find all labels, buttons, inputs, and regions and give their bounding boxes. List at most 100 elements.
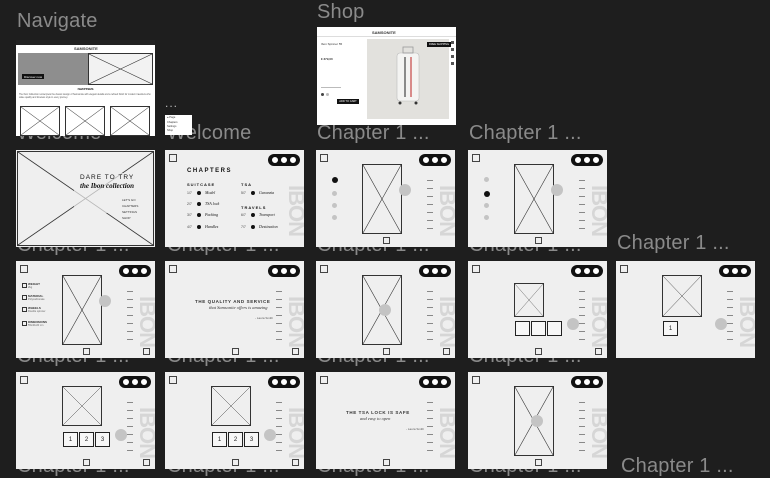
more-ellipsis[interactable]: ... xyxy=(165,96,178,110)
nav-icon[interactable] xyxy=(292,459,299,466)
add-to-cart-button[interactable]: ADD TO CART xyxy=(337,99,359,104)
chapter-frame[interactable]: IBON xyxy=(468,150,607,247)
nav-icon[interactable] xyxy=(535,348,542,355)
chapter-link-packing[interactable]: Packing xyxy=(205,212,218,217)
chapters-frame[interactable]: CHAPTERS SUITCASE TSA TRAVELS 1/7 Model … xyxy=(165,150,304,247)
nav-icon[interactable] xyxy=(443,348,450,355)
feature-icon xyxy=(22,295,27,300)
chapter-frame[interactable]: IBON WEIGHT 2kg MATERIAL Polycarbonate WHEELS… xyxy=(16,261,155,358)
step-box[interactable]: 3 xyxy=(244,432,259,447)
feature-subtitle: Double spinner xyxy=(28,310,46,313)
nav-icon[interactable] xyxy=(383,459,390,466)
chapter-frame[interactable]: IBON 1 2 3 xyxy=(16,372,155,469)
hotspot-dot[interactable] xyxy=(379,304,391,316)
top-controls[interactable] xyxy=(119,376,151,388)
chapter-frame[interactable]: IBON xyxy=(316,261,455,358)
step-box[interactable]: 2 xyxy=(79,432,94,447)
nav-icon[interactable] xyxy=(595,348,602,355)
welcome-frame[interactable]: DARE TO TRY the Ibon collection LET'S GO… xyxy=(16,150,155,247)
shop-frame[interactable]: SAMSONITE Ibon Spinner 55 € 379,00 ADD T… xyxy=(317,27,456,125)
popover-item[interactable]: Shop xyxy=(167,129,173,132)
ibon-watermark: IBON xyxy=(135,407,155,458)
nav-icon[interactable] xyxy=(535,237,542,244)
top-controls[interactable] xyxy=(419,376,451,388)
chapter-nav-dot[interactable] xyxy=(332,191,337,196)
hotspot-dot[interactable] xyxy=(715,318,727,330)
chapter-nav-dot[interactable] xyxy=(483,191,490,197)
top-controls[interactable] xyxy=(571,265,603,277)
nav-icon[interactable] xyxy=(292,348,299,355)
hotspot-dot[interactable] xyxy=(551,184,563,196)
step-box[interactable]: 2 xyxy=(228,432,243,447)
step-box[interactable]: 1 xyxy=(212,432,227,447)
top-controls[interactable] xyxy=(268,265,300,277)
step-box[interactable]: 3 xyxy=(95,432,110,447)
navigate-frame[interactable]: SAMSONITE Discover now CHAPTERS SETTINGS… xyxy=(16,40,155,136)
color-swatch-dark[interactable] xyxy=(321,93,324,96)
nav-icon[interactable] xyxy=(383,348,390,355)
popover-item[interactable]: Settings xyxy=(167,125,176,128)
chapter-nav-dot[interactable] xyxy=(332,203,337,208)
menu-lets-go[interactable]: LET'S GO xyxy=(122,198,136,202)
nav-icon[interactable] xyxy=(535,459,542,466)
top-controls[interactable] xyxy=(571,376,603,388)
nav-icon[interactable] xyxy=(232,459,239,466)
chapter-nav-dot[interactable] xyxy=(331,177,338,183)
top-controls[interactable] xyxy=(719,265,751,277)
chapter-nav-dot[interactable] xyxy=(484,215,489,220)
chapter-frame[interactable]: IBON THE TSA LOCK IS SAFE and easy to open… xyxy=(316,372,455,469)
chapter-frame[interactable]: IBON 1 2 3 xyxy=(165,372,304,469)
heading-suitcase: SUITCASE xyxy=(187,182,216,187)
menu-shop[interactable]: SHOP xyxy=(122,216,131,220)
tab-chapters[interactable]: CHAPTERS xyxy=(77,87,93,91)
chapter-frame[interactable]: IBON xyxy=(316,150,455,247)
hotspot-dot[interactable] xyxy=(531,415,543,427)
popover-item[interactable]: ● Page xyxy=(167,116,175,119)
nav-icon[interactable] xyxy=(83,459,90,466)
chapter-link-transport[interactable]: Transport xyxy=(259,212,275,217)
nav-icon[interactable] xyxy=(232,348,239,355)
top-controls[interactable] xyxy=(419,154,451,166)
top-controls[interactable] xyxy=(268,376,300,388)
nav-icon[interactable] xyxy=(143,459,150,466)
color-swatch-light[interactable] xyxy=(326,93,329,96)
hotspot-dot[interactable] xyxy=(264,429,276,441)
chapter-link-destination[interactable]: Destination xyxy=(259,224,278,229)
chapter-link-tsa-lock[interactable]: TSA lock xyxy=(205,201,219,206)
discover-button[interactable]: Discover now xyxy=(22,74,44,79)
step-box[interactable] xyxy=(515,321,530,336)
top-controls[interactable] xyxy=(419,265,451,277)
card-image-3[interactable] xyxy=(110,106,150,136)
hotspot-dot[interactable] xyxy=(399,184,411,196)
top-controls[interactable] xyxy=(119,265,151,277)
hotspot-dot[interactable] xyxy=(115,429,127,441)
top-controls[interactable] xyxy=(268,154,300,166)
hotspot-dot[interactable] xyxy=(567,318,579,330)
card-image-2[interactable] xyxy=(65,106,105,136)
chapter-nav-dot[interactable] xyxy=(484,203,489,208)
image-placeholder xyxy=(514,164,554,234)
chapter-frame[interactable]: IBON xyxy=(468,261,607,358)
chapter-frame[interactable]: IBON THE QUALITY AND SERVICE that Samsonit… xyxy=(165,261,304,358)
step-box[interactable]: 1 xyxy=(63,432,78,447)
menu-chapters[interactable]: CHAPTERS xyxy=(122,204,138,208)
chapter-nav-dot[interactable] xyxy=(484,177,489,182)
chapter-link-garanzia[interactable]: Garanzia xyxy=(259,190,274,195)
top-controls[interactable] xyxy=(571,154,603,166)
chapter-link-handles[interactable]: Handles xyxy=(205,224,218,229)
step-box[interactable] xyxy=(531,321,546,336)
nav-icon[interactable] xyxy=(383,237,390,244)
chapter-link-model[interactable]: Model xyxy=(205,190,215,195)
popover-item[interactable]: Chapters xyxy=(167,121,178,124)
nav-icon[interactable] xyxy=(143,348,150,355)
step-box[interactable]: 1 xyxy=(663,321,678,336)
step-box[interactable] xyxy=(547,321,562,336)
chapter-nav-dot[interactable] xyxy=(332,215,337,220)
hotspot-dot[interactable] xyxy=(99,295,111,307)
chapter-frame[interactable]: IBON 1 xyxy=(616,261,755,358)
feature-icon xyxy=(22,283,27,288)
menu-settings[interactable]: SETTINGS xyxy=(122,210,137,214)
nav-icon[interactable] xyxy=(83,348,90,355)
chapter-frame[interactable]: IBON xyxy=(468,372,607,469)
card-image-1[interactable] xyxy=(20,106,60,136)
